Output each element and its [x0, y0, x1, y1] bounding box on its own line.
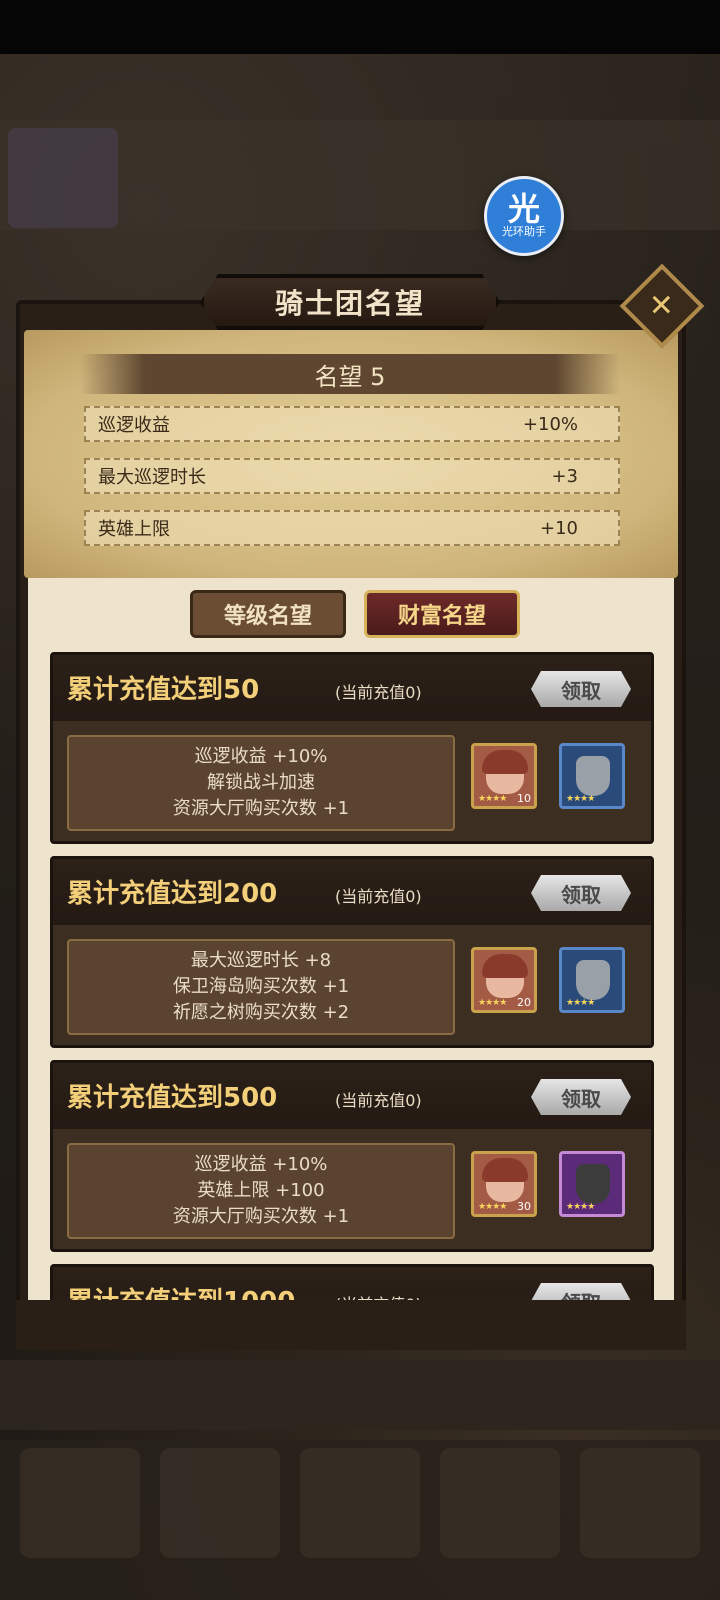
background-nav-tile: [300, 1448, 420, 1558]
close-icon: ✕: [649, 288, 675, 324]
stat-value: +10: [540, 517, 578, 539]
current-recharge: (当前充值0): [335, 1091, 422, 1110]
recharge-tier-card: 累计充值达到1000 (当前充值0) 领取: [50, 1264, 654, 1300]
current-recharge: (当前充值0): [335, 1291, 422, 1300]
claim-button[interactable]: 领取: [531, 671, 631, 707]
reward-list-area[interactable]: 等级名望 财富名望 累计充值达到50 (当前充值0) 领取 巡逻收益 +10% …: [28, 578, 674, 1300]
reward-hero-item[interactable]: ★★★★ 30: [471, 1151, 537, 1217]
background-player-portrait: [8, 128, 118, 228]
helmet-icon: [576, 960, 610, 1000]
background-middle-strip: [0, 1360, 720, 1430]
renown-stat-row: 英雄上限 +10: [84, 510, 620, 546]
perk-item: 保卫海岛购买次数 +1: [172, 976, 350, 997]
hero-hair-shape: [482, 1158, 528, 1182]
panel-bottom-frame: [16, 1300, 686, 1350]
perk-item: 巡逻收益 +10%: [194, 746, 328, 767]
stat-value: +10%: [522, 413, 578, 435]
renown-stat-row: 最大巡逻时长 +3: [84, 458, 620, 494]
perk-item: 资源大厅购买次数 +1: [172, 1206, 350, 1227]
current-recharge: (当前充值0): [335, 887, 422, 906]
tier-title: 累计充值达到1000: [67, 1281, 295, 1300]
claim-button[interactable]: 领取: [531, 875, 631, 911]
reward-stars: ★★★★: [566, 794, 595, 804]
reward-quantity: 20: [517, 996, 531, 1009]
renown-stat-row: 巡逻收益 +10%: [84, 406, 620, 442]
background-nav-tile: [20, 1448, 140, 1558]
status-bar: [0, 0, 720, 54]
armor-icon: [576, 1164, 610, 1204]
hero-hair-shape: [482, 750, 528, 774]
card-header: 累计充值达到200 (当前充值0) 领取: [53, 859, 651, 925]
perk-item: 巡逻收益 +10%: [194, 1154, 328, 1175]
card-header: 累计充值达到500 (当前充值0) 领取: [53, 1063, 651, 1129]
assistant-caption: 光环助手: [502, 225, 546, 238]
reward-stars: ★★★★: [478, 998, 507, 1008]
stat-label: 最大巡逻时长: [98, 467, 206, 488]
perk-item: 解锁战斗加速: [207, 772, 315, 793]
tier-title: 累计充值达到500: [67, 1083, 278, 1113]
hero-hair-shape: [482, 954, 528, 978]
perk-item: 英雄上限 +100: [197, 1180, 325, 1201]
armor-icon: [576, 756, 610, 796]
perk-list: 巡逻收益 +10% 英雄上限 +100 资源大厅购买次数 +1: [67, 1143, 455, 1239]
assistant-logo-icon: 光: [507, 190, 540, 228]
recharge-tier-card: 累计充值达到50 (当前充值0) 领取 巡逻收益 +10% 解锁战斗加速 资源大…: [50, 652, 654, 844]
perk-item: 资源大厅购买次数 +1: [172, 798, 350, 819]
current-recharge: (当前充值0): [335, 683, 422, 702]
perk-list: 最大巡逻时长 +8 保卫海岛购买次数 +1 祈愿之树购买次数 +2: [67, 939, 455, 1035]
claim-button[interactable]: 领取: [531, 1283, 631, 1300]
perk-item: 最大巡逻时长 +8: [190, 950, 332, 971]
reward-stars: ★★★★: [478, 1202, 507, 1212]
reward-hero-item[interactable]: ★★★★ 20: [471, 947, 537, 1013]
assistant-floating-button[interactable]: 光 光环助手: [484, 176, 564, 256]
tab-level-renown[interactable]: 等级名望: [190, 590, 346, 638]
reward-stars: ★★★★: [478, 794, 507, 804]
reward-hero-item[interactable]: ★★★★ 10: [471, 743, 537, 809]
reward-armor-item[interactable]: ★★★★: [559, 1151, 625, 1217]
perk-item: 祈愿之树购买次数 +2: [172, 1002, 350, 1023]
renown-level: 名望 5: [80, 354, 620, 394]
stat-label: 巡逻收益: [98, 415, 170, 436]
reward-stars: ★★★★: [566, 998, 595, 1008]
stat-label: 英雄上限: [98, 519, 170, 540]
recharge-tier-card: 累计充值达到500 (当前充值0) 领取 巡逻收益 +10% 英雄上限 +100…: [50, 1060, 654, 1252]
renown-summary: 名望 5 巡逻收益 +10% 最大巡逻时长 +3 英雄上限 +10: [24, 330, 678, 578]
card-header: 累计充值达到50 (当前充值0) 领取: [53, 655, 651, 721]
reward-stars: ★★★★: [566, 1202, 595, 1212]
background-nav-tile: [440, 1448, 560, 1558]
tier-title: 累计充值达到200: [67, 879, 278, 909]
recharge-tier-card: 累计充值达到200 (当前充值0) 领取 最大巡逻时长 +8 保卫海岛购买次数 …: [50, 856, 654, 1048]
tab-wealth-renown[interactable]: 财富名望: [364, 590, 520, 638]
tier-title: 累计充值达到50: [67, 675, 260, 705]
reward-helmet-item[interactable]: ★★★★: [559, 947, 625, 1013]
reward-quantity: 30: [517, 1200, 531, 1213]
background-nav-tile: [580, 1448, 700, 1558]
panel-title: 骑士团名望: [200, 274, 500, 330]
perk-list: 巡逻收益 +10% 解锁战斗加速 资源大厅购买次数 +1: [67, 735, 455, 831]
card-header: 累计充值达到1000 (当前充值0) 领取: [53, 1267, 651, 1300]
claim-button[interactable]: 领取: [531, 1079, 631, 1115]
reward-armor-item[interactable]: ★★★★: [559, 743, 625, 809]
stat-value: +3: [551, 465, 578, 487]
background-nav-tile: [160, 1448, 280, 1558]
reward-quantity: 10: [517, 792, 531, 805]
